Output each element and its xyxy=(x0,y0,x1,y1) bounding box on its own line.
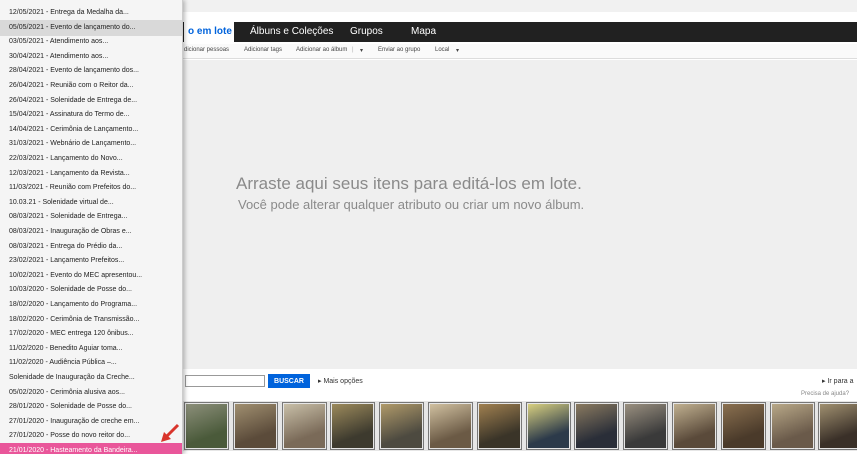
tab-batch-edit[interactable]: o em lote xyxy=(184,22,234,42)
dropdown-item[interactable]: 28/01/2020 - Solenidade de Posse do... xyxy=(0,399,182,415)
dropdown-item[interactable]: 03/05/2021 - Atendimento aos... xyxy=(0,34,182,50)
dropdown-item[interactable]: 10/03/2020 - Solenidade de Posse do... xyxy=(0,282,182,298)
dropdown-item[interactable]: 17/02/2020 - MEC entrega 120 ônibus... xyxy=(0,326,182,342)
search-button[interactable]: BUSCAR xyxy=(268,374,310,388)
add-tags-button[interactable]: Adicionar tags xyxy=(244,47,282,53)
dropdown-item[interactable]: 27/01/2020 - Posse do novo reitor do... xyxy=(0,428,182,444)
photo-thumbnail[interactable] xyxy=(281,402,327,450)
drop-area-subtitle: Você pode alterar qualquer atributo ou c… xyxy=(238,197,585,212)
dropdown-item[interactable]: 15/04/2021 - Assinatura do Termo de... xyxy=(0,107,182,123)
dropdown-item[interactable]: 08/03/2021 - Inauguração de Obras e... xyxy=(0,224,182,240)
dropdown-item[interactable]: 30/04/2021 - Atendimento aos... xyxy=(0,49,182,65)
help-link[interactable]: Precisa de ajuda? xyxy=(801,391,849,397)
dropdown-item[interactable]: 12/03/2021 - Lançamento da Revista... xyxy=(0,166,182,182)
photo-thumbnail-strip xyxy=(182,401,857,451)
goto-link[interactable]: ▸ Ir para a xyxy=(822,377,854,385)
photo-image xyxy=(674,404,715,448)
dropdown-item[interactable]: 11/02/2020 - Benedito Aguiar toma... xyxy=(0,341,182,357)
dropdown-item[interactable]: 05/02/2020 - Cerimônia alusiva aos... xyxy=(0,385,182,401)
photo-thumbnail[interactable] xyxy=(184,402,229,450)
photo-image xyxy=(625,404,667,448)
dropdown-item[interactable]: 18/02/2020 - Lançamento do Programa... xyxy=(0,297,182,313)
photo-image xyxy=(527,404,569,448)
dropdown-item[interactable]: 14/04/2021 - Cerimônia de Lançamento... xyxy=(0,122,182,138)
dropdown-item[interactable]: 11/03/2021 - Reunião com Prefeitos do... xyxy=(0,180,182,196)
dropdown-item[interactable]: 23/02/2021 - Lançamento Prefeitos... xyxy=(0,253,182,269)
photo-image xyxy=(283,404,325,448)
tab-map[interactable]: Mapa xyxy=(411,22,436,42)
dropdown-item[interactable]: 08/03/2021 - Solenidade de Entrega... xyxy=(0,209,182,225)
dropdown-item[interactable]: 22/03/2021 - Lançamento do Novo... xyxy=(0,151,182,167)
photo-image xyxy=(722,404,764,448)
photo-thumbnail[interactable] xyxy=(574,402,620,450)
dropdown-item[interactable]: 05/05/2021 - Evento de lançamento do... xyxy=(0,19,182,36)
dropdown-item[interactable]: 18/02/2020 - Cerimônia de Transmissão... xyxy=(0,312,182,328)
photo-thumbnail[interactable] xyxy=(476,402,522,450)
photo-image xyxy=(576,404,618,448)
photo-image xyxy=(478,404,520,448)
dropdown-item[interactable]: 10.03.21 - Solenidade virtual de... xyxy=(0,195,182,211)
tab-groups[interactable]: Grupos xyxy=(350,22,383,42)
photo-thumbnail[interactable] xyxy=(525,402,571,450)
dropdown-item[interactable]: 31/03/2021 - Webnário de Lançamento... xyxy=(0,136,182,152)
photo-image xyxy=(771,404,813,448)
more-options-link[interactable]: ▸ Mais opções xyxy=(318,377,363,385)
photo-thumbnail[interactable] xyxy=(428,402,473,450)
photo-image xyxy=(332,404,374,448)
photo-image xyxy=(186,404,227,448)
dropdown-item[interactable]: 21/01/2020 - Hasteamento da Bandeira... xyxy=(0,443,182,454)
photo-image xyxy=(820,404,857,448)
photo-thumbnail[interactable] xyxy=(379,402,425,450)
photo-thumbnail[interactable] xyxy=(769,402,815,450)
dropdown-item[interactable]: 10/02/2021 - Evento do MEC apresentou... xyxy=(0,268,182,284)
dropdown-item[interactable]: 27/01/2020 - Inauguração de creche em... xyxy=(0,414,182,430)
photo-thumbnail[interactable] xyxy=(232,402,278,450)
drop-area-title: Arraste aqui seus itens para editá-los e… xyxy=(236,174,582,193)
search-input[interactable] xyxy=(185,375,265,387)
photo-image xyxy=(381,404,423,448)
location-dropdown-arrow-icon[interactable]: ▾ xyxy=(456,47,459,54)
add-people-button[interactable]: dicionar pessoas xyxy=(184,47,229,53)
photo-thumbnail[interactable] xyxy=(623,402,669,450)
tab-albums-collections[interactable]: Álbuns e Coleções xyxy=(250,22,333,42)
send-to-group-button[interactable]: Enviar ao grupo xyxy=(378,47,420,53)
location-button[interactable]: Local xyxy=(435,47,449,53)
dropdown-item[interactable]: 26/04/2021 - Reunião com o Reitor da... xyxy=(0,78,182,94)
dropdown-item[interactable]: 12/05/2021 - Entrega da Medalha da... xyxy=(0,5,182,21)
dropdown-item[interactable]: 28/04/2021 - Evento de lançamento dos... xyxy=(0,63,182,79)
photo-thumbnail[interactable] xyxy=(818,402,857,450)
photo-thumbnail[interactable] xyxy=(672,402,717,450)
red-arrow-icon xyxy=(161,423,180,442)
photo-image xyxy=(234,404,276,448)
dropdown-item[interactable]: 11/02/2020 - Audiência Pública –... xyxy=(0,355,182,371)
photo-thumbnail[interactable] xyxy=(330,402,376,450)
add-to-album-button[interactable]: Adicionar ao álbum xyxy=(296,47,347,53)
photo-thumbnail[interactable] xyxy=(720,402,766,450)
album-dropdown-list: 12/05/2021 - Entrega da Medalha da... 05/… xyxy=(0,0,183,454)
dropdown-item[interactable]: 26/04/2021 - Solenidade de Entrega de... xyxy=(0,93,182,109)
dropdown-item[interactable]: 08/03/2021 - Entrega do Prédio da... xyxy=(0,239,182,255)
photo-image xyxy=(430,404,471,448)
album-dropdown-arrow-icon[interactable]: ▾ xyxy=(360,47,363,54)
toolbar-divider: | xyxy=(352,47,354,53)
dropdown-item[interactable]: Solenidade de Inauguração da Creche... xyxy=(0,370,182,386)
